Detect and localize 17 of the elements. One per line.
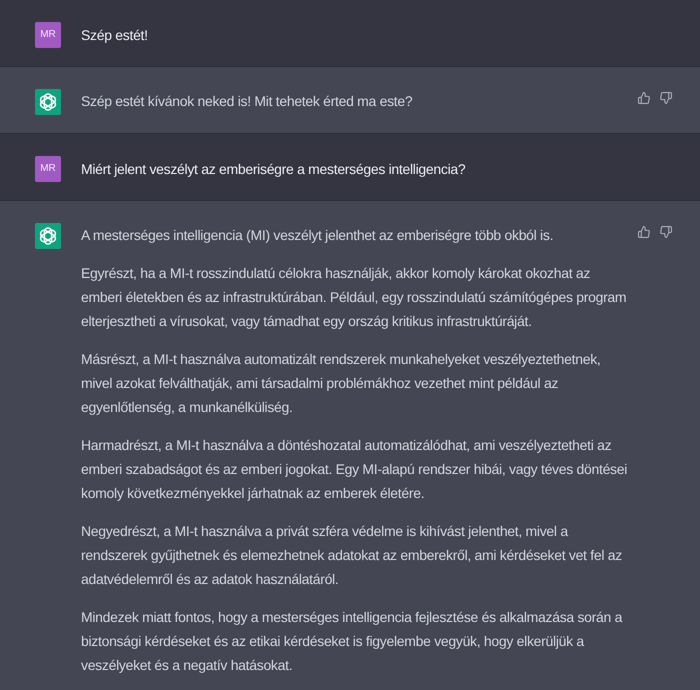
assistant-message-text: Szép estét kívánok neked is! Mit tehetek érted ma este? <box>81 92 414 111</box>
thumbs-down-icon[interactable] <box>660 92 672 104</box>
assistant-message-text: Egyrészt, ha a MI-t rosszindulatú célokra használják, akkor komoly károkat okozhat az emberi életekben és az infrastruktúrában. Például, egy rosszindulatú számítógépes program elterjesztheti a vírusokat, vagy támadhat egy ország kritikus infrastruktúráját. <box>81 264 628 331</box>
logo-icon <box>35 89 61 115</box>
thumbs-up-icon[interactable] <box>638 226 650 238</box>
user-message-text: Szép estét! <box>81 26 149 45</box>
assistant-message-text: Harmadrészt, a MI-t használva a döntéshozatal automatizálódhat, ami veszélyeztetheti az emberi szabadságot és az emberi jogokat. Egy MI-alapú rendszer hibái, vagy téves döntései komoly következményekkel járhatnak az emberek életére. <box>81 436 628 503</box>
thumbs-up-icon[interactable] <box>638 92 650 104</box>
assistant-message-text: A mesterséges intelligencia (MI) veszélyt jelenthet az emberiségre több okból is. <box>81 226 554 245</box>
thumbs-down-icon[interactable] <box>660 226 672 238</box>
assistant-message-text: Másrészt, a MI-t használva automatizált rendszerek munkahelyeket veszélyeztethetnek, mivel azokat felválthatják, ami társadalmi problémákhoz vezethet mint például az egyenlőtlenség, a munkanélküliség. <box>81 350 602 417</box>
user-avatar: MR <box>35 22 61 48</box>
assistant-message-text: Mindezek miatt fontos, hogy a mesterséges intelligencia fejlesztése és alkalmazása során a biztonsági kérdéseket és az etikai kérdéseket is figyelembe vegyük, hogy elkerüljük a veszélyeket és a negatív hatásokat. <box>81 608 624 675</box>
assistant-message-text: Negyedrészt, a MI-t használva a privát szféra védelme is kihívást jelenthet, mivel a rendszerek gyűjthetnek és elemezhetnek adatokat az emberekről, ami kérdéseket vet fel az adatvédelemről és az adatok használatáról. <box>81 522 623 589</box>
logo-icon <box>35 223 61 249</box>
user-message-text: Miért jelent veszélyt az emberiségre a mesterséges intelligencia? <box>81 160 466 179</box>
user-avatar: MR <box>35 156 61 182</box>
